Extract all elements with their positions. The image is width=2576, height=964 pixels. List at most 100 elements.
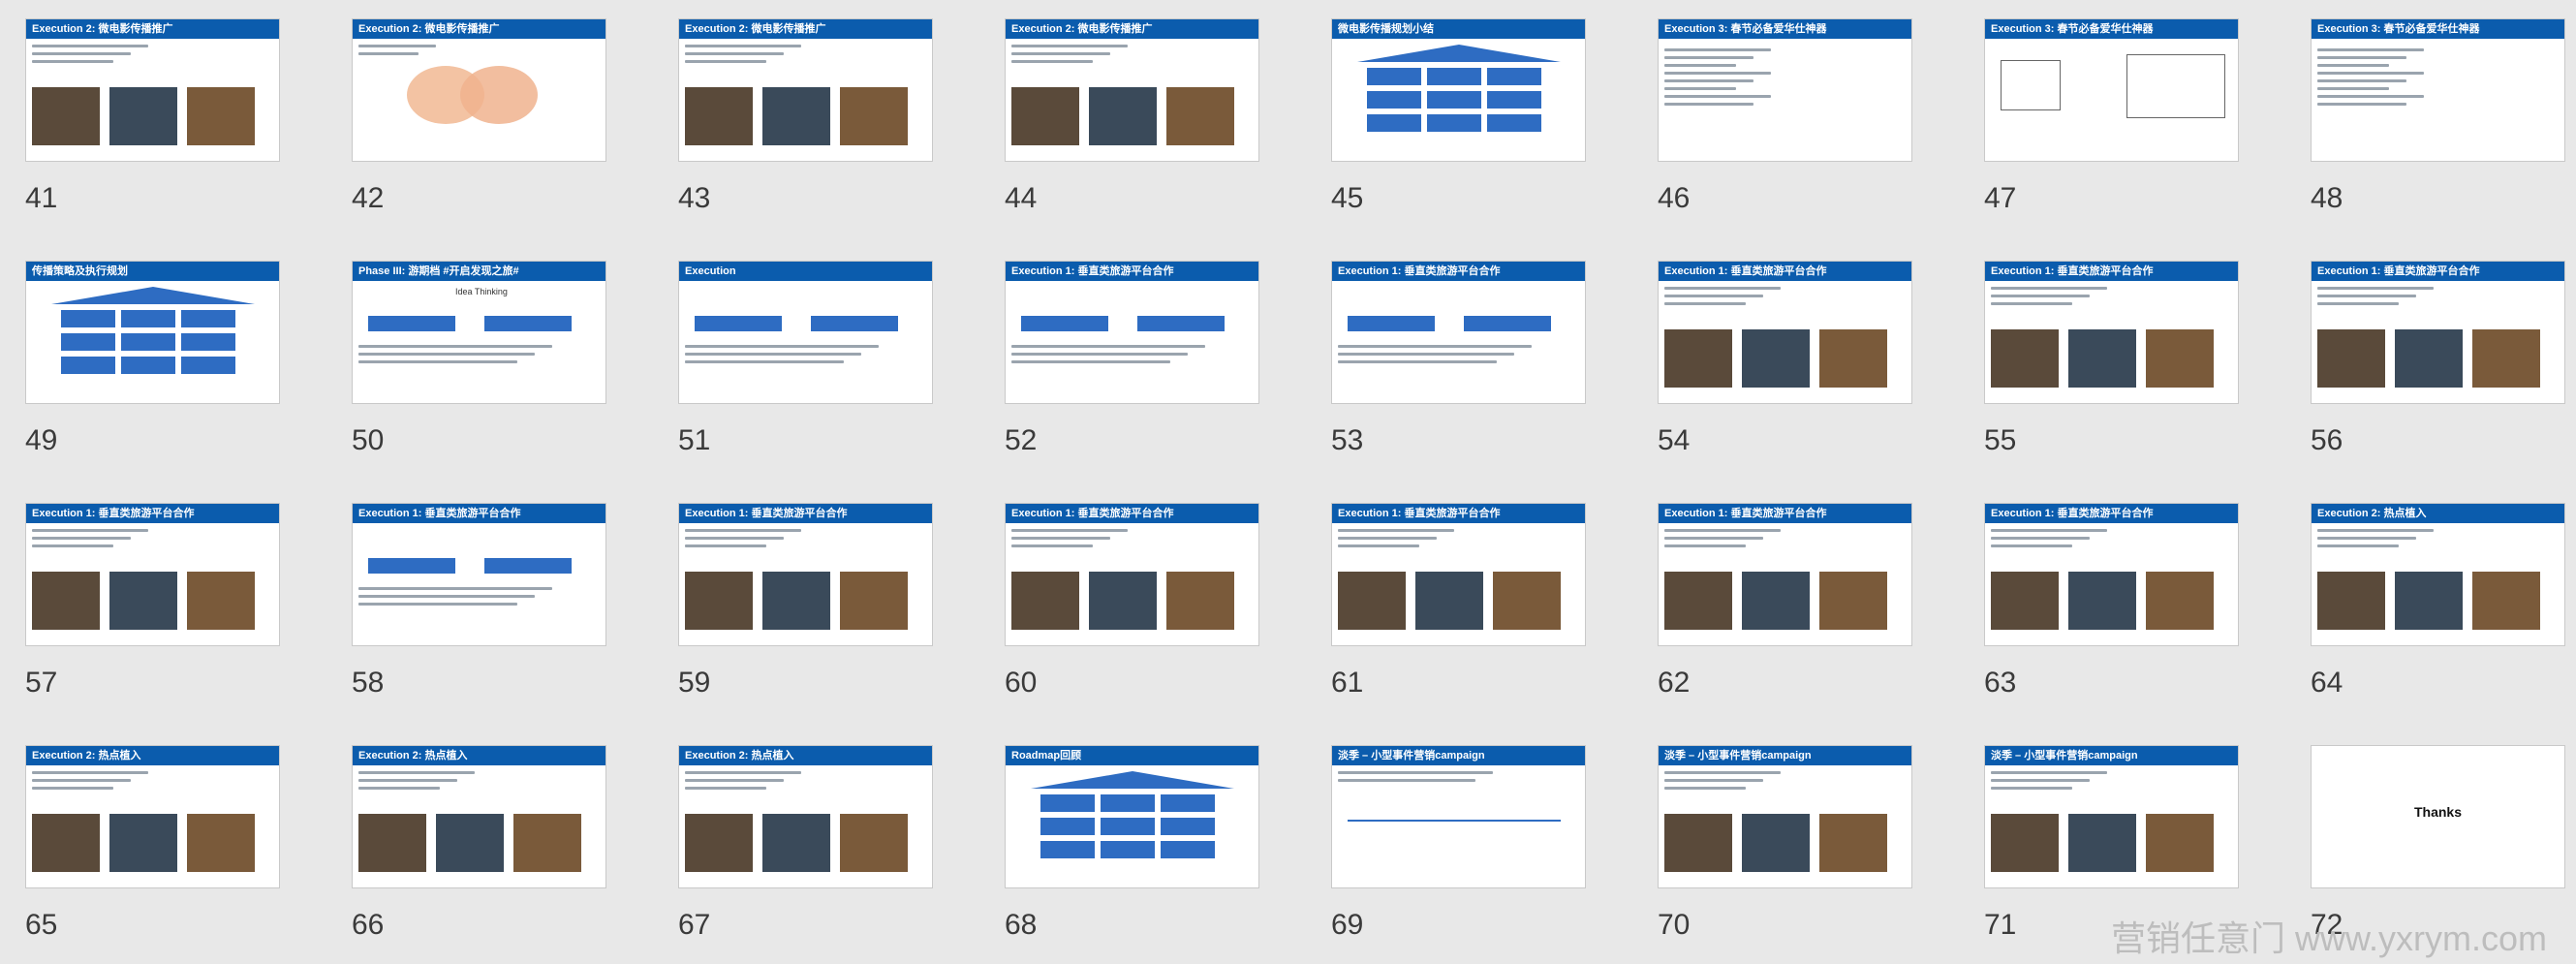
slide-preview[interactable]: Execution 1: 垂直类旅游平台合作 (352, 503, 606, 646)
slide-preview[interactable]: Execution 2: 微电影传播推广 (1005, 18, 1259, 162)
text-line (2317, 295, 2416, 297)
text-line (2317, 287, 2434, 290)
slide-preview[interactable]: Execution 1: 垂直类旅游平台合作 (1984, 503, 2239, 646)
text-line (685, 360, 844, 363)
slide-thumbnail[interactable]: Execution 3: 春节必备爱华仕神器 47 (1959, 0, 2284, 237)
slide-preview[interactable]: Execution 2: 热点植入 (2311, 503, 2565, 646)
photo-thumbnail (109, 572, 177, 630)
slide-title: Execution 1: 垂直类旅游平台合作 (1659, 504, 1911, 523)
slide-thumbnail[interactable]: 微电影传播规划小结 45 (1306, 0, 1631, 237)
slide-preview[interactable]: Execution 2: 微电影传播推广 (352, 18, 606, 162)
text-line (358, 353, 535, 356)
slide-preview[interactable]: Execution 1: 垂直类旅游平台合作 (1331, 261, 1586, 404)
slide-thumbnail[interactable]: Execution 2: 热点植入 64 (2285, 484, 2576, 722)
text-line (1011, 360, 1170, 363)
slide-content (685, 771, 926, 882)
slide-preview[interactable]: Execution 2: 热点植入 (25, 745, 280, 888)
slide-thumbnail[interactable]: Execution 2: 热点植入 67 (653, 727, 978, 964)
slide-preview[interactable]: Thanks (2311, 745, 2565, 888)
photo-thumbnail (840, 572, 908, 630)
photo-thumbnail (685, 572, 753, 630)
slide-preview[interactable]: Execution 3: 春节必备爱华仕神器 (1984, 18, 2239, 162)
text-line (685, 45, 801, 47)
slide-thumbnail[interactable]: Execution 2: 热点植入 65 (0, 727, 326, 964)
slide-thumbnail[interactable]: Execution 51 (653, 242, 978, 480)
slide-preview[interactable]: Execution 2: 热点植入 (678, 745, 933, 888)
slide-number: 58 (352, 667, 385, 699)
slide-preview[interactable]: Execution 3: 春节必备爱华仕神器 (2311, 18, 2565, 162)
slide-thumbnail[interactable]: 传播策略及执行规划 49 (0, 242, 326, 480)
slide-preview[interactable]: Execution 1: 垂直类旅游平台合作 (1658, 261, 1912, 404)
slide-preview[interactable]: Execution 1: 垂直类旅游平台合作 (1984, 261, 2239, 404)
diagram-box (1367, 114, 1421, 132)
slide-sorter-grid: Execution 2: 微电影传播推广 41 Execution 2: 微电影传播… (0, 0, 2576, 962)
slide-thumbnail[interactable]: Phase III: 游期档 #开启发现之旅# Idea Thinking 50 (326, 242, 652, 480)
slide-preview[interactable]: Execution 3: 春节必备爱华仕神器 (1658, 18, 1912, 162)
slide-preview[interactable]: Phase III: 游期档 #开启发现之旅# Idea Thinking (352, 261, 606, 404)
slide-content (2317, 771, 2559, 882)
slide-preview[interactable]: 淡季 – 小型事件营销campaign (1658, 745, 1912, 888)
slide-number: 60 (1005, 667, 1038, 699)
slide-thumbnail[interactable]: Execution 1: 垂直类旅游平台合作 62 (1632, 484, 1958, 722)
slide-thumbnail[interactable]: Execution 1: 垂直类旅游平台合作 59 (653, 484, 978, 722)
slide-preview[interactable]: 淡季 – 小型事件营销campaign (1331, 745, 1586, 888)
slide-thumbnail[interactable]: Execution 2: 微电影传播推广 43 (653, 0, 978, 237)
slide-thumbnail[interactable]: Execution 3: 春节必备爱华仕神器 46 (1632, 0, 1958, 237)
slide-thumbnail[interactable]: Execution 1: 垂直类旅游平台合作 55 (1959, 242, 2284, 480)
slide-thumbnail[interactable]: 淡季 – 小型事件营销campaign 69 (1306, 727, 1631, 964)
slide-content (1991, 529, 2232, 639)
slide-preview[interactable]: Execution 2: 微电影传播推广 (678, 18, 933, 162)
slide-preview[interactable]: Execution 1: 垂直类旅游平台合作 (1331, 503, 1586, 646)
slide-thumbnail[interactable]: Execution 1: 垂直类旅游平台合作 54 (1632, 242, 1958, 480)
slide-thumbnail[interactable]: Execution 1: 垂直类旅游平台合作 56 (2285, 242, 2576, 480)
slide-preview[interactable]: Execution 1: 垂直类旅游平台合作 (1005, 261, 1259, 404)
slide-thumbnail[interactable]: Execution 1: 垂直类旅游平台合作 63 (1959, 484, 2284, 722)
slide-thumbnail[interactable]: Roadmap回顾 68 (979, 727, 1305, 964)
text-line (1664, 529, 1781, 532)
slide-thumbnail[interactable]: Execution 2: 微电影传播推广 42 (326, 0, 652, 237)
slide-number: 64 (2311, 667, 2343, 699)
photo-thumbnail (762, 814, 830, 872)
slide-thumbnail[interactable]: Execution 1: 垂直类旅游平台合作 61 (1306, 484, 1631, 722)
slide-thumbnail[interactable]: Execution 2: 微电影传播推广 41 (0, 0, 326, 237)
slide-preview[interactable]: Execution 1: 垂直类旅游平台合作 (678, 503, 933, 646)
slide-title: Execution 1: 垂直类旅游平台合作 (1332, 262, 1585, 281)
slide-preview[interactable]: Execution 1: 垂直类旅游平台合作 (1005, 503, 1259, 646)
slide-content (32, 529, 273, 639)
diagram-box (1101, 818, 1155, 835)
slide-title: Execution 2: 微电影传播推广 (679, 19, 932, 39)
slide-thumbnail[interactable]: Execution 1: 垂直类旅游平台合作 52 (979, 242, 1305, 480)
slide-preview[interactable]: Execution (678, 261, 933, 404)
slide-preview[interactable]: Execution 1: 垂直类旅游平台合作 (2311, 261, 2565, 404)
slide-title: Execution 1: 垂直类旅游平台合作 (1659, 262, 1911, 281)
slide-thumbnail[interactable]: Execution 3: 春节必备爱华仕神器 48 (2285, 0, 2576, 237)
roof-shape (51, 287, 255, 304)
slide-thumbnail[interactable]: Execution 1: 垂直类旅游平台合作 58 (326, 484, 652, 722)
diagram-box (1427, 91, 1481, 109)
slide-thumbnail[interactable]: Execution 2: 热点植入 66 (326, 727, 652, 964)
slide-thumbnail[interactable]: Execution 2: 微电影传播推广 44 (979, 0, 1305, 237)
photo-thumbnail (1664, 572, 1732, 630)
slide-title: Execution 2: 热点植入 (26, 746, 279, 765)
slide-content (32, 45, 273, 155)
content-box (368, 316, 455, 331)
slide-preview[interactable]: Execution 2: 微电影传播推广 (25, 18, 280, 162)
slide-thumbnail[interactable]: Execution 1: 垂直类旅游平台合作 60 (979, 484, 1305, 722)
slide-number: 56 (2311, 424, 2343, 456)
text-line (32, 529, 148, 532)
slide-thumbnail[interactable]: Execution 1: 垂直类旅游平台合作 57 (0, 484, 326, 722)
text-line (1338, 544, 1419, 547)
slide-preview[interactable]: Roadmap回顾 (1005, 745, 1259, 888)
slide-preview[interactable]: Execution 2: 热点植入 (352, 745, 606, 888)
text-line (1664, 72, 1771, 75)
slide-preview[interactable]: Execution 1: 垂直类旅游平台合作 (1658, 503, 1912, 646)
slide-preview[interactable]: 传播策略及执行规划 (25, 261, 280, 404)
text-line (2317, 103, 2406, 106)
slide-title: Execution 1: 垂直类旅游平台合作 (1332, 504, 1585, 523)
slide-preview[interactable]: 微电影传播规划小结 (1331, 18, 1586, 162)
slide-thumbnail[interactable]: Execution 1: 垂直类旅游平台合作 53 (1306, 242, 1631, 480)
slide-preview[interactable]: Execution 1: 垂直类旅游平台合作 (25, 503, 280, 646)
slide-thumbnail[interactable]: 淡季 – 小型事件营销campaign 70 (1632, 727, 1958, 964)
photo-thumbnail (2068, 329, 2136, 388)
slide-preview[interactable]: 淡季 – 小型事件营销campaign (1984, 745, 2239, 888)
